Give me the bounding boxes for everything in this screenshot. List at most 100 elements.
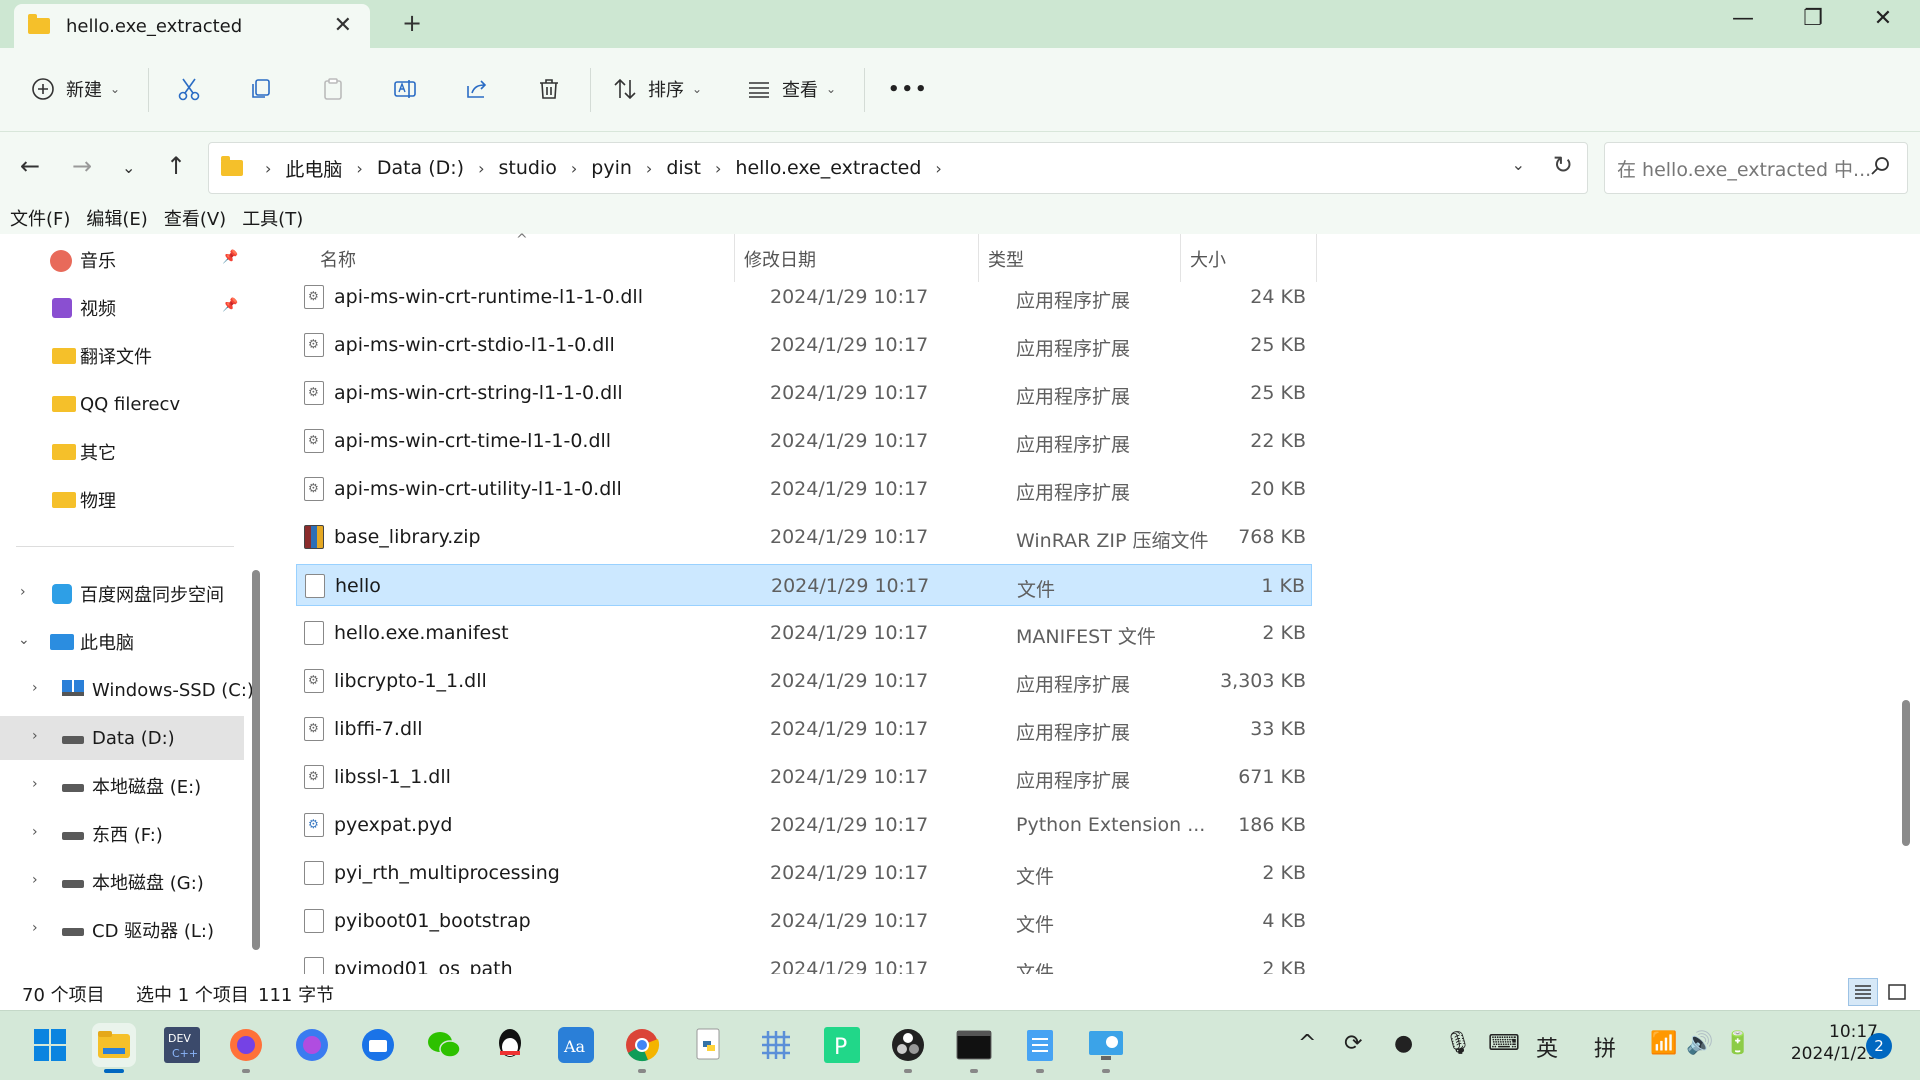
- table-row[interactable]: api-ms-win-crt-stdio-l1-1-0.dll 2024/1/29…: [296, 324, 1312, 366]
- ime-language-indicator[interactable]: 英: [1536, 1031, 1558, 1063]
- chevron-right-icon[interactable]: ›: [32, 728, 38, 744]
- address-dropdown-icon[interactable]: ⌄: [1512, 155, 1525, 174]
- table-row[interactable]: pyi_rth_multiprocessing 2024/1/29 10:17 文件…: [296, 852, 1312, 894]
- table-row[interactable]: libssl-1_1.dll 2024/1/29 10:17 应用程序扩展 671 K…: [296, 756, 1312, 798]
- clock[interactable]: 10:17 2024/1/29: [1770, 1021, 1878, 1065]
- back-arrow-icon[interactable]: ←: [20, 152, 40, 180]
- breadcrumb-separator-icon[interactable]: ›: [571, 159, 577, 178]
- column-divider[interactable]: [734, 234, 735, 282]
- column-name[interactable]: 名称: [320, 246, 356, 272]
- breadcrumb-this-pc[interactable]: 此电脑: [285, 155, 342, 182]
- windows-start-icon[interactable]: [28, 1023, 72, 1067]
- up-arrow-icon[interactable]: ↑: [166, 152, 186, 180]
- breadcrumb-separator-icon[interactable]: ›: [356, 159, 362, 178]
- sync-icon[interactable]: ⟳: [1344, 1031, 1362, 1056]
- chevron-right-icon[interactable]: ›: [32, 920, 38, 936]
- delete-button[interactable]: [536, 74, 562, 104]
- battery-icon[interactable]: 🔋: [1724, 1031, 1751, 1056]
- search-box[interactable]: 在 hello.exe_extracted 中...: [1604, 142, 1908, 194]
- table-row[interactable]: pyexpat.pyd 2024/1/29 10:17 Python Extensi…: [296, 804, 1312, 846]
- nav-item-video[interactable]: 视频 📌: [0, 286, 244, 330]
- obs-icon[interactable]: [886, 1023, 930, 1073]
- table-row[interactable]: hello.exe.manifest 2024/1/29 10:17 MANIFES…: [296, 612, 1312, 654]
- chrome-icon[interactable]: [620, 1023, 664, 1073]
- dictionary-icon[interactable]: Aa: [554, 1023, 598, 1067]
- column-divider[interactable]: [1316, 234, 1317, 282]
- breadcrumb-separator-icon[interactable]: ›: [935, 159, 941, 178]
- paste-button[interactable]: [320, 74, 346, 104]
- menu-file[interactable]: 文件(F): [10, 205, 70, 231]
- python-icon[interactable]: [688, 1023, 732, 1067]
- microphone-icon[interactable]: 🎙: [1444, 1031, 1472, 1056]
- table-row[interactable]: libffi-7.dll 2024/1/29 10:17 应用程序扩展 33 KB: [296, 708, 1312, 750]
- nav-item-baidu-sync[interactable]: › 百度网盘同步空间: [0, 572, 244, 616]
- nav-item-stuff-f[interactable]: › 东西 (F:): [0, 812, 244, 856]
- breadcrumb-data-d[interactable]: Data (D:): [377, 157, 464, 179]
- dev-cpp-icon[interactable]: DEV C++: [160, 1023, 204, 1067]
- breadcrumb-studio[interactable]: studio: [499, 157, 557, 179]
- table-row[interactable]: libcrypto-1_1.dll 2024/1/29 10:17 应用程序扩展 3,…: [296, 660, 1312, 702]
- nav-item-music[interactable]: 音乐 📌: [0, 238, 244, 282]
- table-row[interactable]: pyiboot01_bootstrap 2024/1/29 10:17 文件 4 KB: [296, 900, 1312, 942]
- volume-icon[interactable]: 🔊: [1686, 1031, 1713, 1056]
- column-divider[interactable]: [978, 234, 979, 282]
- qq-icon[interactable]: [488, 1023, 532, 1067]
- nav-item-data-d[interactable]: › Data (D:): [0, 716, 244, 760]
- minimize-button[interactable]: —: [1718, 6, 1768, 31]
- nav-item-other[interactable]: 其它: [0, 430, 244, 474]
- breadcrumb-separator-icon[interactable]: ›: [265, 159, 271, 178]
- maximize-button[interactable]: ❐: [1788, 6, 1838, 31]
- table-row[interactable]: base_library.zip 2024/1/29 10:17 WinRAR ZI…: [296, 516, 1312, 558]
- column-type[interactable]: 类型: [988, 246, 1024, 272]
- nav-item-local-e[interactable]: › 本地磁盘 (E:): [0, 764, 244, 808]
- more-options-button[interactable]: •••: [888, 74, 929, 104]
- recent-locations-icon[interactable]: ⌄: [122, 158, 135, 177]
- nav-item-windows-ssd[interactable]: › Windows-SSD (C:): [0, 668, 254, 712]
- chevron-right-icon[interactable]: ›: [32, 872, 38, 888]
- menu-tools[interactable]: 工具(T): [242, 205, 303, 231]
- pycharm-icon[interactable]: P: [820, 1023, 864, 1067]
- control-panel-icon[interactable]: [1084, 1023, 1128, 1073]
- pin-icon[interactable]: 📌: [222, 298, 238, 313]
- nav-item-this-pc[interactable]: ⌄ 此电脑: [0, 620, 244, 664]
- menu-edit[interactable]: 编辑(E): [86, 205, 147, 231]
- file-list-scrollbar-thumb[interactable]: [1902, 700, 1910, 846]
- chevron-right-icon[interactable]: ›: [32, 824, 38, 840]
- tab-hello-exe-extracted[interactable]: hello.exe_extracted ✕: [14, 4, 370, 48]
- table-row[interactable]: hello 2024/1/29 10:17 文件 1 KB: [296, 564, 1312, 606]
- firefox-icon[interactable]: [224, 1023, 268, 1073]
- thunderbird-icon[interactable]: [356, 1023, 400, 1067]
- firefox-dev-icon[interactable]: [290, 1023, 334, 1067]
- chevron-right-icon[interactable]: ›: [32, 776, 38, 792]
- pin-icon[interactable]: 📌: [222, 250, 238, 265]
- terminal-icon[interactable]: [952, 1023, 996, 1073]
- notepad-icon[interactable]: [1018, 1023, 1062, 1073]
- forward-arrow-icon[interactable]: →: [72, 152, 92, 180]
- nav-item-translate-files[interactable]: 翻译文件: [0, 334, 244, 378]
- nav-item-cd-l[interactable]: › CD 驱动器 (L:): [0, 908, 244, 952]
- menu-view[interactable]: 查看(V): [164, 205, 226, 231]
- new-tab-button[interactable]: +: [402, 9, 422, 37]
- table-row[interactable]: api-ms-win-crt-string-l1-1-0.dll 2024/1/2…: [296, 372, 1312, 414]
- share-button[interactable]: [464, 74, 490, 104]
- notification-badge[interactable]: 2: [1866, 1033, 1892, 1059]
- address-bar[interactable]: › 此电脑 › Data (D:) › studio › pyin › dist…: [208, 142, 1588, 194]
- nav-item-qq-filerecv[interactable]: QQ filerecv: [0, 382, 244, 426]
- column-date[interactable]: 修改日期: [744, 246, 816, 272]
- close-button[interactable]: ✕: [1858, 6, 1908, 31]
- tray-overflow-chevron-icon[interactable]: ^: [1298, 1031, 1316, 1056]
- wifi-icon[interactable]: 📶: [1650, 1031, 1677, 1056]
- chevron-right-icon[interactable]: ›: [20, 584, 26, 600]
- sort-button[interactable]: 排序 ⌄: [612, 74, 702, 104]
- new-button[interactable]: 新建 ⌄: [30, 74, 120, 104]
- keyboard-icon[interactable]: ⌨: [1488, 1031, 1520, 1056]
- details-view-button[interactable]: [1848, 978, 1878, 1006]
- nav-scrollbar-thumb[interactable]: [252, 570, 260, 950]
- copy-button[interactable]: [248, 74, 274, 104]
- column-divider[interactable]: [1180, 234, 1181, 282]
- tab-close-icon[interactable]: ✕: [334, 13, 352, 38]
- tiles-view-button[interactable]: [1882, 978, 1912, 1006]
- column-size[interactable]: 大小: [1190, 246, 1226, 272]
- chevron-down-icon[interactable]: ⌄: [18, 632, 30, 648]
- breadcrumb-separator-icon[interactable]: ›: [646, 159, 652, 178]
